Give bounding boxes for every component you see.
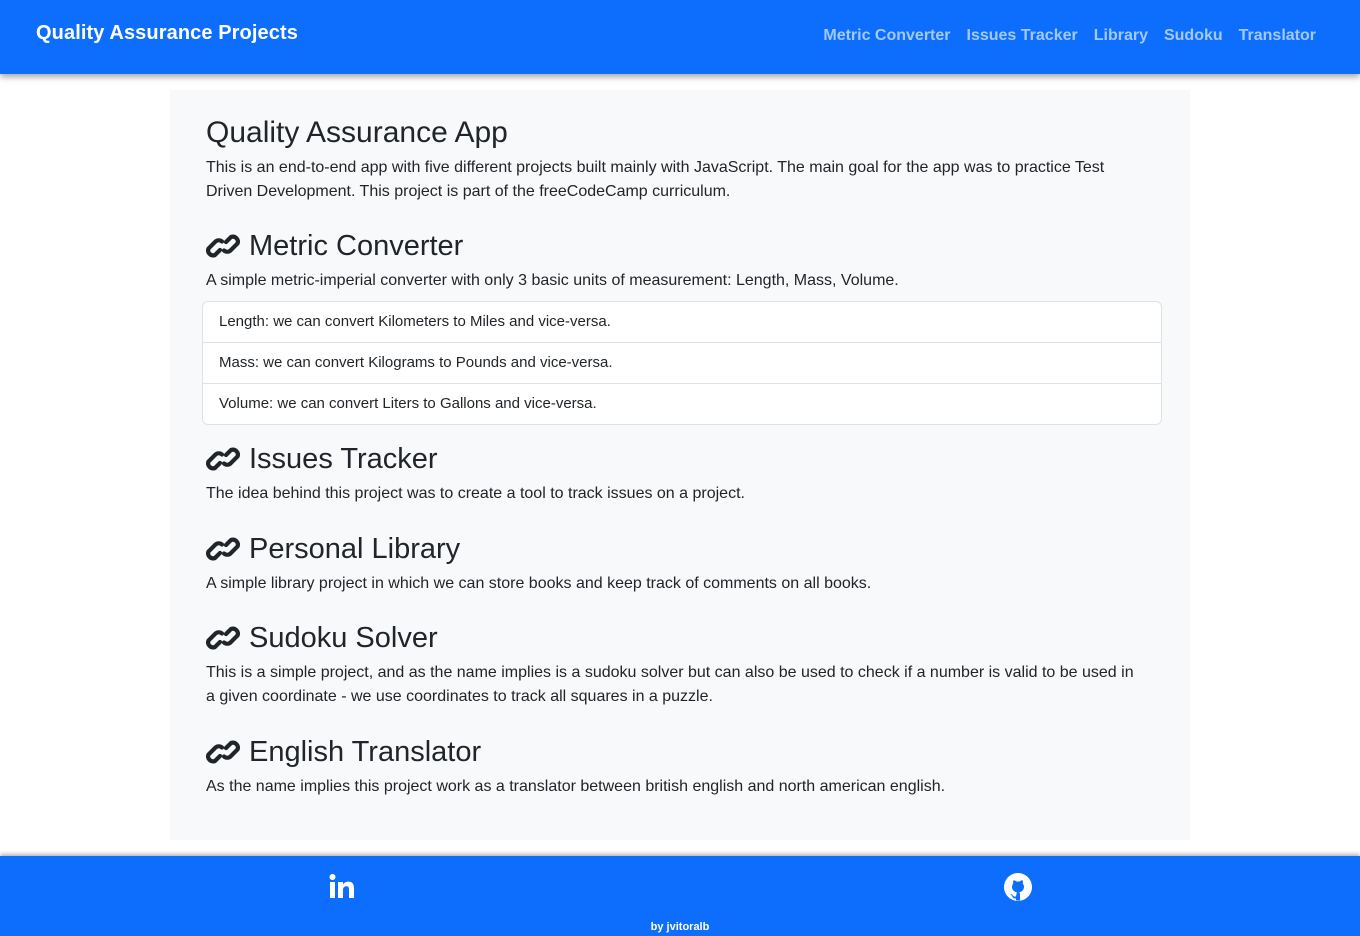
nav-link-translator[interactable]: Translator	[1239, 27, 1316, 45]
list-item: Mass: we can convert Kilograms to Pounds…	[203, 342, 1161, 383]
section-title: Personal Library	[206, 530, 1164, 568]
list-item: Length: we can convert Kilometers to Mil…	[219, 313, 611, 330]
section-description: The idea behind this project was to crea…	[206, 485, 745, 502]
section-title-text: Issues Tracker	[249, 443, 438, 475]
section-title: Sudoku Solver	[206, 619, 1164, 657]
linkedin-icon[interactable]	[327, 872, 357, 902]
link-icon[interactable]	[206, 535, 240, 563]
nav-links: Metric Converter Issues Tracker Library …	[823, 27, 1316, 45]
section-metric-converter: Metric Converter A simple metric-imperia…	[206, 227, 1164, 293]
section-title: Metric Converter	[206, 227, 1164, 265]
list-item: Volume: we can convert Liters to Gallons…	[203, 383, 1161, 424]
section-personal-library: Personal Library A simple library projec…	[206, 530, 1164, 596]
section-title-text: English Translator	[249, 736, 482, 768]
section-english-translator: English Translator As the name implies t…	[206, 733, 1164, 799]
section-title-text: Sudoku Solver	[249, 622, 438, 654]
github-icon[interactable]	[1003, 872, 1033, 902]
link-icon[interactable]	[206, 232, 240, 260]
nav-link-library[interactable]: Library	[1094, 27, 1148, 45]
nav-link-sudoku[interactable]: Sudoku	[1164, 27, 1223, 45]
link-icon[interactable]	[206, 445, 240, 473]
link-icon[interactable]	[206, 738, 240, 766]
section-description: A simple metric-imperial converter with …	[206, 272, 899, 289]
navbar-brand[interactable]: Quality Assurance Projects	[36, 22, 298, 45]
footer: by jvitoralb	[0, 856, 1360, 936]
section-title: English Translator	[206, 733, 1164, 771]
link-icon[interactable]	[206, 624, 240, 652]
intro-text: This is an end-to-end app with five diff…	[206, 159, 1105, 200]
nav-link-metric-converter[interactable]: Metric Converter	[823, 27, 950, 45]
section-title-text: Personal Library	[249, 533, 461, 565]
section-title: Issues Tracker	[206, 440, 1164, 478]
section-description: As the name implies this project work as…	[206, 778, 946, 795]
nav-link-issues-tracker[interactable]: Issues Tracker	[967, 27, 1078, 45]
main-content: Quality Assurance App This is an end-to-…	[170, 90, 1190, 840]
section-description: This is a simple project, and as the nam…	[206, 664, 1134, 705]
intro-block: Quality Assurance App This is an end-to-…	[206, 115, 1164, 204]
section-title-text: Metric Converter	[249, 230, 464, 262]
top-navbar: Quality Assurance Projects Metric Conver…	[0, 0, 1360, 74]
section-sudoku-solver: Sudoku Solver This is a simple project, …	[206, 619, 1164, 709]
unit-list: Length: we can convert Kilometers to Mil…	[202, 301, 1162, 425]
section-issues-tracker: Issues Tracker The idea behind this proj…	[206, 440, 1164, 506]
section-description: A simple library project in which we can…	[206, 575, 872, 592]
page-title: Quality Assurance App	[206, 116, 508, 149]
footer-credit: by jvitoralb	[650, 921, 710, 933]
